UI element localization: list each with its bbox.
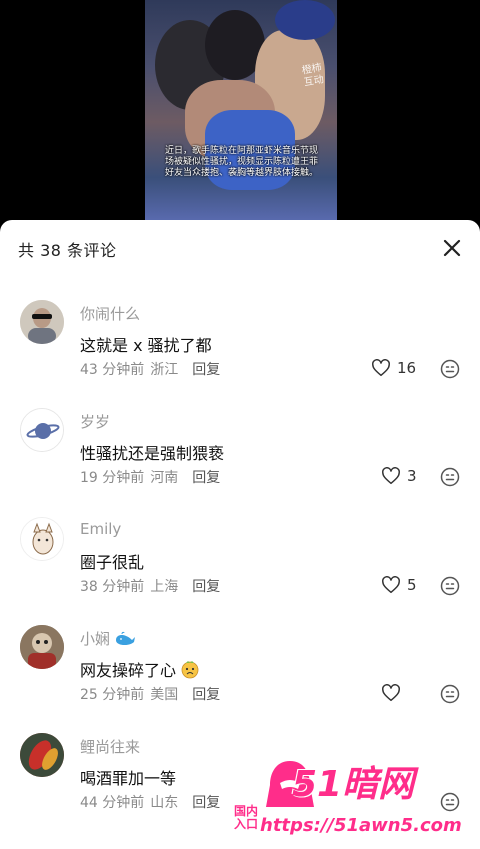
comment-text: 性骚扰还是强制猥亵	[80, 444, 225, 463]
comment-item: 你闹什么 这就是 x 骚扰了都 43 分钟前 浙江 回复 16	[0, 300, 480, 400]
avatar-image	[21, 409, 63, 451]
avatar-image	[20, 625, 64, 669]
video-watermark: 橙柿 互动	[301, 62, 325, 89]
emoji-face-icon	[440, 467, 460, 487]
like-button[interactable]: 5	[381, 576, 417, 594]
comment-item: 岁岁 性骚扰还是强制猥亵 19 分钟前 河南 回复 3	[0, 408, 480, 508]
comment-time: 38 分钟前	[80, 579, 145, 595]
close-button[interactable]	[438, 234, 466, 262]
reply-button[interactable]: 回复	[192, 359, 220, 379]
comment-time: 19 分钟前	[80, 470, 145, 486]
comment-author[interactable]: Emily	[80, 520, 121, 538]
avatar[interactable]	[20, 517, 64, 561]
comment-author[interactable]: 你闹什么	[80, 303, 140, 324]
video-caption: 近日，歌手陈粒在阿那亚虾米音乐节现场被疑似性骚扰，视频显示陈粒遭王菲好友当众搂抱…	[165, 146, 319, 178]
comment-text-content: 网友操碎了心	[80, 661, 177, 680]
avatar-image	[21, 518, 63, 560]
like-count: 3	[407, 467, 417, 485]
heart-icon	[382, 684, 400, 702]
like-count: 5	[407, 576, 417, 594]
comment-text: 网友操碎了心	[80, 657, 200, 681]
avatar-image	[20, 300, 64, 344]
comment-author[interactable]: 岁岁	[80, 411, 110, 432]
emoji-face-icon	[440, 684, 460, 704]
comment-text: 圈子很乱	[80, 553, 145, 572]
video-figure	[275, 0, 335, 40]
reply-button[interactable]: 回复	[192, 792, 220, 812]
close-icon	[443, 239, 461, 257]
video-player[interactable]: 橙柿 互动 近日，歌手陈粒在阿那亚虾米音乐节现场被疑似性骚扰，视频显示陈粒遭王菲…	[145, 0, 337, 222]
more-options-button[interactable]	[440, 576, 460, 596]
avatar[interactable]	[20, 625, 64, 669]
more-options-button[interactable]	[440, 684, 460, 704]
comment-meta: 38 分钟前 上海 回复	[80, 576, 220, 596]
comment-location: 浙江	[150, 362, 179, 378]
avatar[interactable]	[20, 408, 64, 452]
heart-icon	[382, 467, 400, 485]
heart-icon	[372, 359, 390, 377]
comment-item: 小娴 网友操碎了心 25 分钟前 美国 回复	[0, 625, 480, 725]
comment-meta: 43 分钟前 浙江 回复	[80, 359, 220, 379]
avatar[interactable]	[20, 733, 64, 777]
comment-time: 43 分钟前	[80, 362, 145, 378]
comment-text: 这就是 x 骚扰了都	[80, 336, 212, 355]
comment-item: Emily 圈子很乱 38 分钟前 上海 回复 5	[0, 517, 480, 617]
comment-location: 美国	[150, 687, 179, 703]
author-name: 小娴	[80, 630, 111, 648]
more-options-button[interactable]	[440, 792, 460, 812]
heart-icon	[382, 576, 400, 594]
more-options-button[interactable]	[440, 467, 460, 487]
more-options-button[interactable]	[440, 359, 460, 379]
emoji-face-icon	[440, 792, 460, 812]
like-button[interactable]: 3	[381, 467, 417, 485]
emoji-face-icon	[440, 359, 460, 379]
reply-button[interactable]: 回复	[192, 684, 220, 704]
comment-item: 鲤尚往来 喝酒罪加一等 44 分钟前 山东 回复	[0, 733, 480, 833]
like-button[interactable]: 16	[371, 359, 416, 377]
comment-text: 喝酒罪加一等	[80, 769, 177, 788]
sheet-header: 共 38 条评论	[0, 220, 480, 276]
comment-location: 上海	[150, 579, 179, 595]
comment-meta: 44 分钟前 山东 回复	[80, 792, 220, 812]
like-count: 16	[397, 359, 417, 377]
like-button[interactable]	[381, 684, 407, 702]
reply-button[interactable]: 回复	[192, 576, 220, 596]
emoji-face-icon	[440, 576, 460, 596]
avatar[interactable]	[20, 300, 64, 344]
worried-emoji-icon	[181, 661, 199, 679]
avatar-image	[20, 733, 64, 777]
comment-meta: 25 分钟前 美国 回复	[80, 684, 220, 704]
comment-time: 25 分钟前	[80, 687, 145, 703]
comment-author[interactable]: 鲤尚往来	[80, 736, 140, 757]
comment-sheet: 共 38 条评论 你闹什么 这就是 x 骚扰了都 43 分钟前 浙江 回复 16…	[0, 220, 480, 849]
reply-button[interactable]: 回复	[192, 467, 220, 487]
comment-author[interactable]: 小娴	[80, 628, 136, 649]
whale-icon	[116, 631, 136, 645]
comment-location: 山东	[150, 795, 179, 811]
comment-count-title: 共 38 条评论	[18, 241, 117, 260]
comment-time: 44 分钟前	[80, 795, 145, 811]
comment-meta: 19 分钟前 河南 回复	[80, 467, 220, 487]
comment-location: 河南	[150, 470, 179, 486]
